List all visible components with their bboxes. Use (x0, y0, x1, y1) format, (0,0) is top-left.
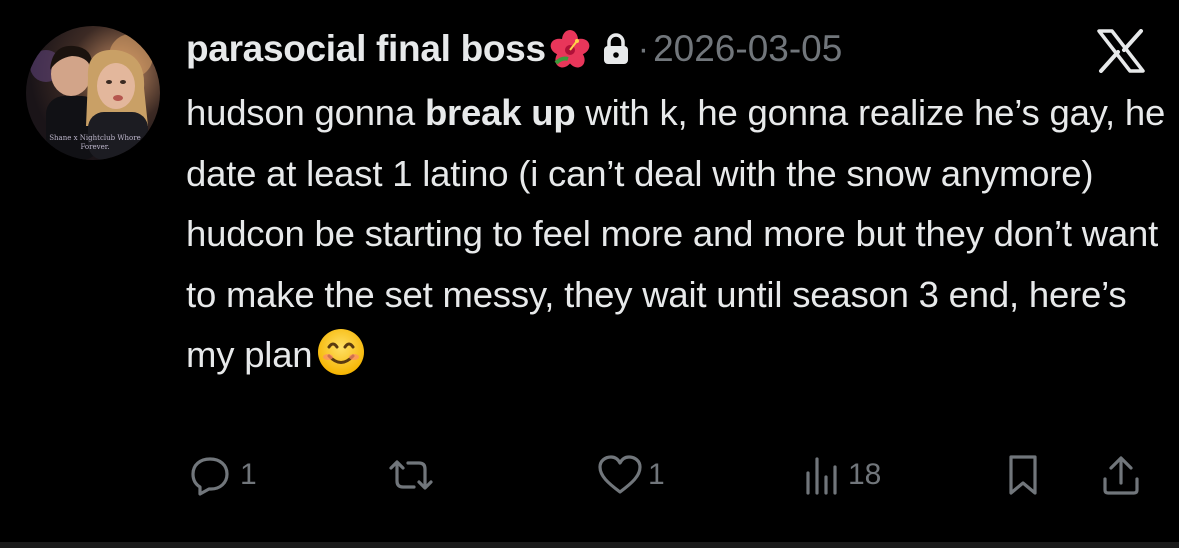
bookmark-icon (1003, 453, 1043, 497)
smiling-face-emoji (316, 327, 366, 377)
like-count: 1 (648, 458, 665, 491)
header-separator: · (637, 29, 650, 68)
x-logo-icon[interactable] (1097, 29, 1145, 73)
display-name[interactable]: parasocial final boss (186, 28, 546, 70)
action-bar: 1 1 18 (0, 448, 1179, 502)
tweet-text: hudson gonna break up with k, he gonna r… (186, 92, 1166, 377)
heart-icon (596, 453, 644, 497)
retweet-button[interactable] (384, 448, 438, 502)
tweet-date[interactable]: 2026-03-05 (653, 28, 842, 70)
bottom-divider (0, 542, 1179, 548)
views-count: 18 (848, 458, 882, 491)
retweet-icon (384, 453, 438, 497)
hibiscus-emoji (550, 29, 590, 69)
lock-icon (602, 32, 630, 66)
reply-icon (188, 453, 232, 497)
share-button[interactable] (1099, 448, 1143, 502)
bookmark-button[interactable] (1003, 448, 1043, 502)
views-icon (804, 453, 844, 497)
bold-phrase: break up (424, 92, 576, 133)
views-button[interactable]: 18 (804, 448, 881, 502)
reply-button[interactable]: 1 (188, 448, 257, 502)
tweet-header: parasocial final boss · 2026-03-05 (186, 24, 842, 74)
tweet-card: Shane x Nightclub Whore Forever. parasoc… (0, 0, 1179, 548)
avatar-caption: Shane x Nightclub Whore Forever. (49, 134, 141, 151)
share-icon (1099, 453, 1143, 497)
reply-count: 1 (240, 458, 257, 491)
like-button[interactable]: 1 (596, 448, 665, 502)
avatar[interactable]: Shane x Nightclub Whore Forever. (26, 26, 160, 160)
